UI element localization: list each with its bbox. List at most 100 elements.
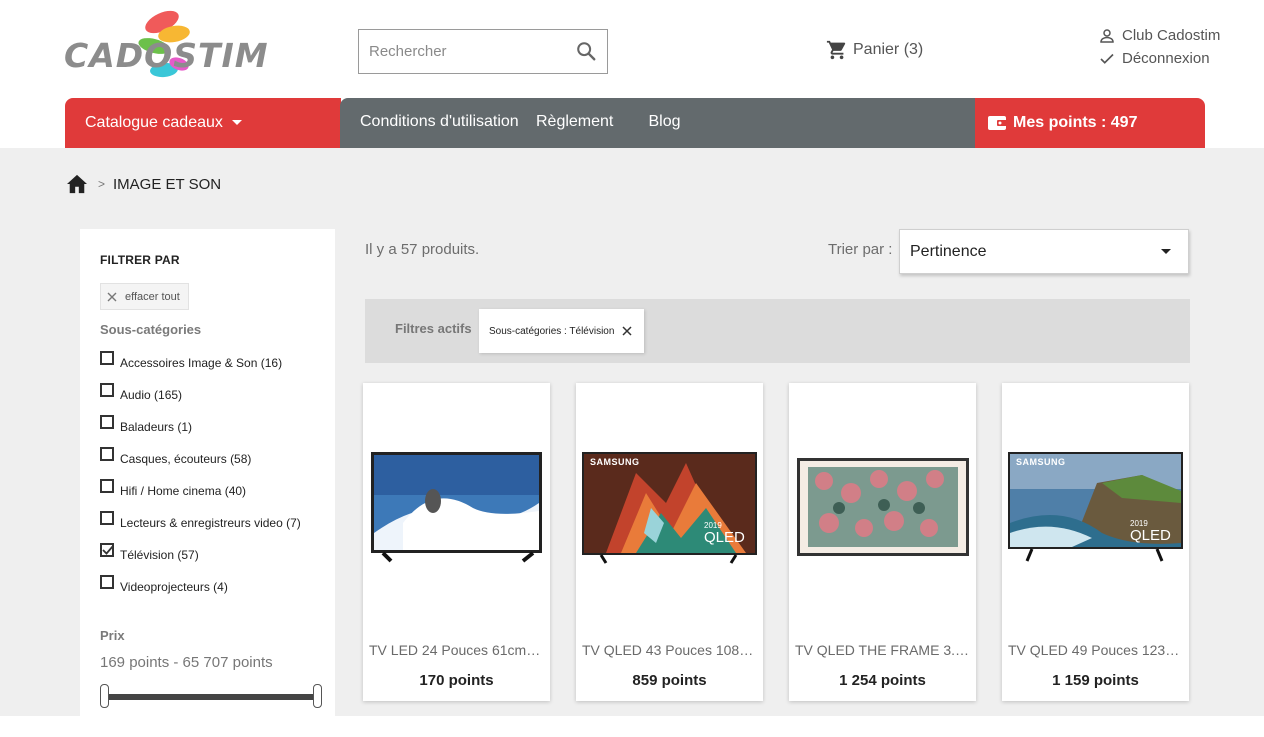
facet-label: Videoprojecteurs (4): [120, 580, 228, 594]
facet-label: Casques, écouteurs (58): [120, 452, 252, 466]
brand-label: SAMSUNG: [1016, 457, 1066, 467]
facet-label: Lecteurs & enregistreurs video (7): [120, 516, 301, 530]
points-label: Mes points : 497: [1013, 114, 1138, 131]
breadcrumb-separator: >: [98, 177, 106, 191]
user-icon: [1100, 28, 1114, 43]
logo-text: CADOSTIM: [64, 36, 269, 75]
close-icon: [107, 292, 117, 301]
slider-track: [104, 694, 318, 700]
active-filters-title: Filtres actifs: [395, 321, 472, 336]
product-card[interactable]: SAMSUNG 2019 QLED TV QLED 43 Pouces 108 …: [576, 383, 763, 701]
breadcrumb-current: IMAGE ET SON: [113, 175, 222, 193]
sort-value: Pertinence: [910, 243, 987, 260]
facet-label: Télévision (57): [120, 548, 199, 562]
page-content: > IMAGE ET SON FILTRER PAR effacer tout …: [0, 148, 1264, 729]
clear-all-label: effacer tout: [125, 290, 180, 303]
product-image[interactable]: [789, 383, 976, 631]
check-icon: [1100, 53, 1114, 64]
facet-item[interactable]: Audio (165): [100, 383, 301, 415]
facet-item[interactable]: Casques, écouteurs (58): [100, 447, 301, 479]
search-icon[interactable]: [575, 40, 597, 62]
product-image[interactable]: [363, 383, 550, 631]
sort-select[interactable]: Pertinence: [899, 229, 1189, 274]
cadostim-logo[interactable]: CADOSTIM: [64, 8, 268, 84]
product-card[interactable]: TV LED 24 Pouces 61cm HD 170 points: [363, 383, 550, 701]
close-icon[interactable]: [622, 326, 632, 336]
brand-label: SAMSUNG: [590, 457, 640, 467]
facet-item[interactable]: Télévision (57): [100, 543, 301, 575]
checkbox[interactable]: [100, 351, 114, 365]
slider-min-handle[interactable]: [100, 684, 109, 708]
checkbox[interactable]: [100, 383, 114, 397]
wallet-icon: [988, 116, 1007, 130]
product-image[interactable]: SAMSUNG 2019 QLED: [576, 383, 763, 631]
main-nav: Conditions d'utilisation Règlement Blog: [340, 98, 976, 155]
cart-link[interactable]: Panier (3): [826, 38, 923, 62]
facet-item[interactable]: Lecteurs & enregistreurs video (7): [100, 511, 301, 543]
nav-reglement[interactable]: Règlement: [536, 98, 613, 148]
product-name[interactable]: TV QLED THE FRAME 3.0 49...: [789, 642, 976, 658]
product-price: 1 254 points: [839, 672, 926, 689]
price-range: 169 points - 65 707 points: [100, 654, 273, 671]
qled-badge: QLED: [1130, 527, 1171, 544]
filter-sidebar: FILTRER PAR effacer tout Sous-catégories…: [80, 229, 335, 729]
checkbox[interactable]: [100, 479, 114, 493]
logout-link[interactable]: Déconnexion: [1098, 47, 1220, 70]
filter-title: FILTRER PAR: [100, 253, 180, 267]
cart-icon: [826, 40, 846, 60]
caret-down-icon: [231, 120, 242, 125]
price-title: Prix: [100, 628, 125, 643]
facet-label: Baladeurs (1): [120, 420, 193, 434]
site-header: CADOSTIM Panier (3) Club Cadostim Déconn…: [0, 0, 1264, 155]
product-count: Il y a 57 produits.: [365, 241, 480, 258]
product-image[interactable]: SAMSUNG 2019 QLED: [1002, 383, 1189, 631]
account-menu: Club Cadostim Déconnexion: [1098, 24, 1220, 70]
logout-label: Déconnexion: [1122, 50, 1210, 67]
facet-item[interactable]: Baladeurs (1): [100, 415, 301, 447]
sort-label: Trier par :: [828, 241, 893, 258]
account-link[interactable]: Club Cadostim: [1098, 24, 1220, 47]
tv-frame-icon: [797, 458, 969, 556]
points-button[interactable]: Mes points : 497: [975, 98, 1205, 148]
active-filter-chip[interactable]: Sous-catégories : Télévision: [479, 309, 645, 353]
active-filter-label: Sous-catégories : Télévision: [489, 325, 615, 337]
search-box: [358, 29, 608, 74]
nav-blog[interactable]: Blog: [636, 98, 693, 155]
home-icon[interactable]: [66, 174, 88, 194]
tv-qled-icon: [582, 452, 757, 564]
checkbox-checked[interactable]: [100, 543, 114, 557]
facet-label: Audio (165): [120, 388, 183, 402]
search-input[interactable]: [359, 30, 569, 73]
product-name[interactable]: TV LED 24 Pouces 61cm HD: [363, 642, 550, 658]
checkmark-icon: [102, 545, 114, 555]
facet-item[interactable]: Accessoires Image & Son (16): [100, 351, 301, 383]
tv-led-icon: [371, 452, 542, 563]
bottom-strip: [0, 716, 1264, 737]
product-name[interactable]: TV QLED 43 Pouces 108 Cm...: [576, 642, 763, 658]
checkbox[interactable]: [100, 447, 114, 461]
product-card[interactable]: TV QLED THE FRAME 3.0 49... 1 254 points: [789, 383, 976, 701]
facet-label: Accessoires Image & Son (16): [120, 356, 283, 370]
cart-label: Panier (3): [853, 41, 924, 58]
checkbox[interactable]: [100, 511, 114, 525]
product-price: 859 points: [632, 672, 707, 689]
facet-label: Hifi / Home cinema (40): [120, 484, 247, 498]
product-price: 1 159 points: [1052, 672, 1139, 689]
product-card[interactable]: SAMSUNG 2019 QLED TV QLED 49 Pouces 123 …: [1002, 383, 1189, 701]
caret-down-icon: [1161, 249, 1171, 254]
subcategory-title: Sous-catégories: [100, 322, 202, 337]
product-name[interactable]: TV QLED 49 Pouces 123 Cm...: [1002, 642, 1189, 658]
nav-blog-label: Blog: [648, 113, 681, 130]
catalogue-menu-button[interactable]: Catalogue cadeaux: [65, 98, 341, 148]
facet-item[interactable]: Videoprojecteurs (4): [100, 575, 301, 607]
clear-all-button[interactable]: effacer tout: [100, 283, 189, 310]
checkbox[interactable]: [100, 575, 114, 589]
price-slider[interactable]: [100, 684, 322, 710]
nav-conditions-label: Conditions d'utilisation: [360, 113, 519, 130]
slider-max-handle[interactable]: [313, 684, 322, 708]
nav-conditions[interactable]: Conditions d'utilisation: [360, 98, 519, 148]
product-price: 170 points: [419, 672, 494, 689]
checkbox[interactable]: [100, 415, 114, 429]
subcategory-list: Accessoires Image & Son (16) Audio (165)…: [100, 351, 301, 607]
facet-item[interactable]: Hifi / Home cinema (40): [100, 479, 301, 511]
